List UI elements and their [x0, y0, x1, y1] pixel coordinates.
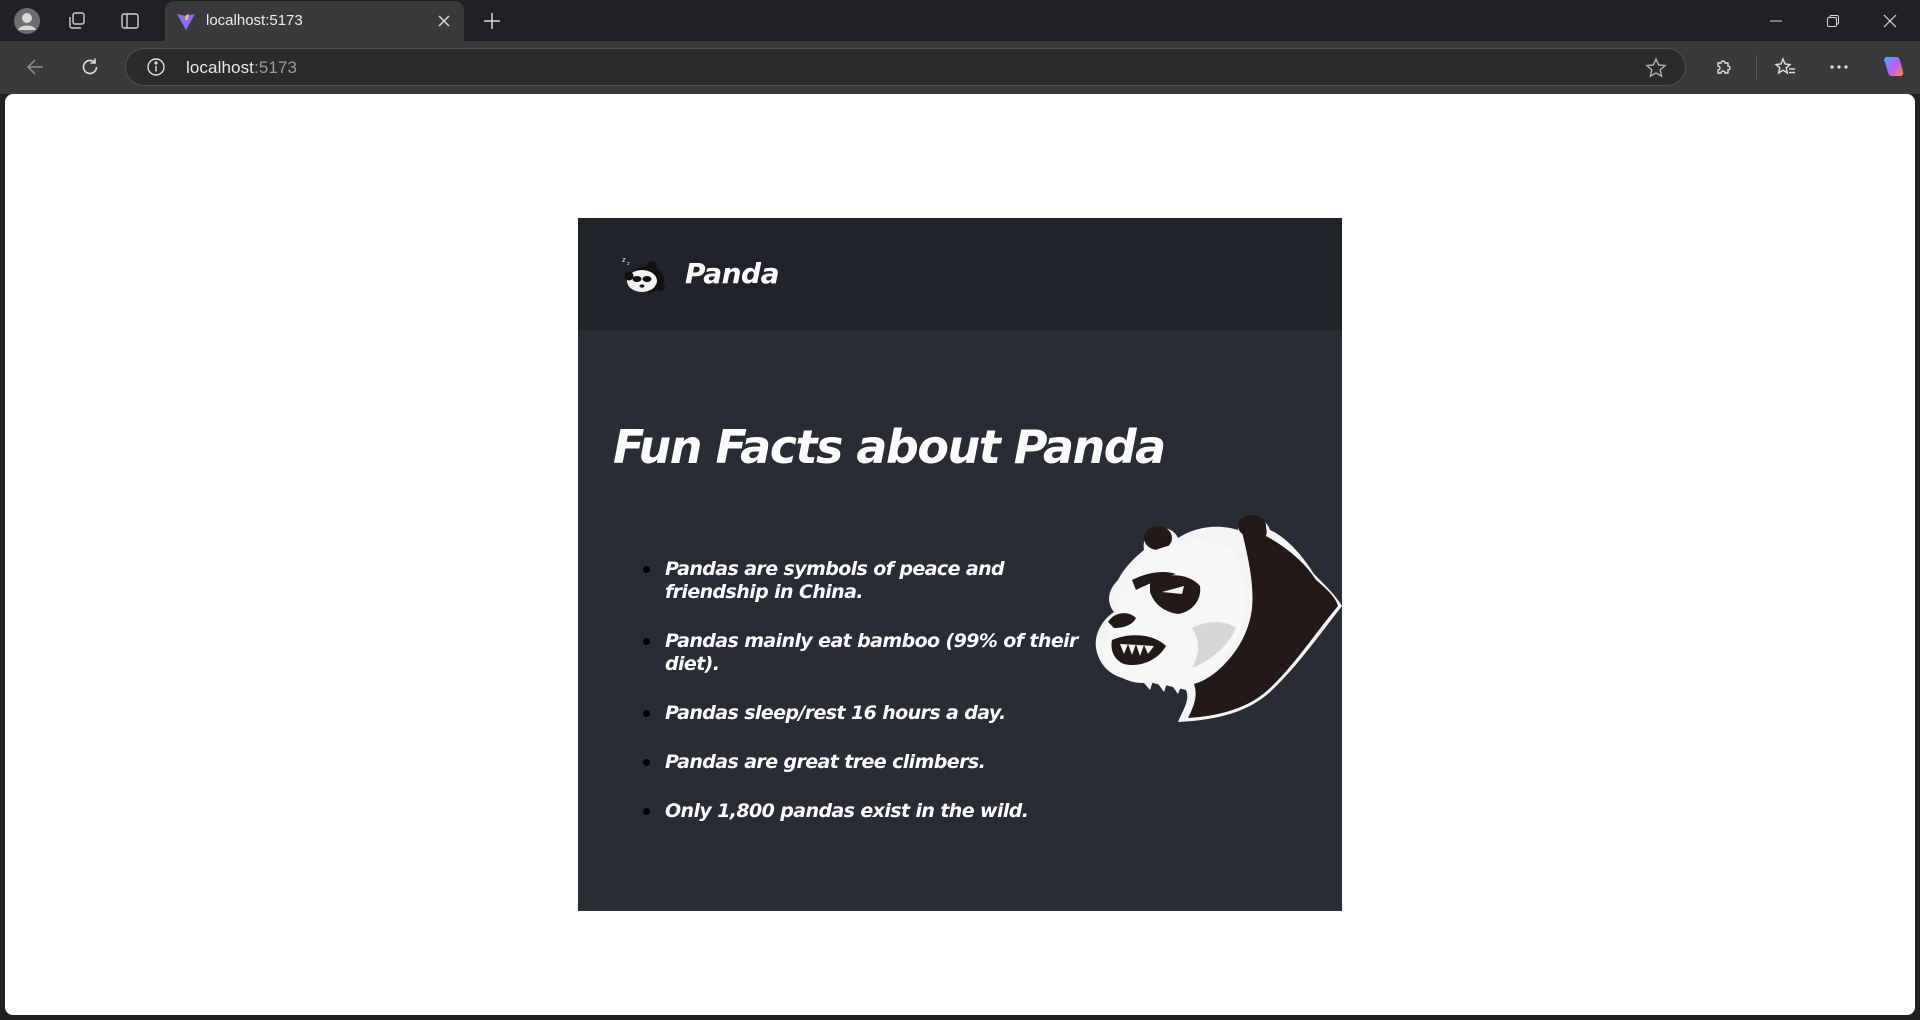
list-item: Pandas mainly eat bamboo (99% of their d…: [643, 630, 1085, 676]
toolbar-divider: [1756, 55, 1757, 79]
list-item: Pandas are symbols of peace and friendsh…: [643, 558, 1085, 604]
page-viewport: z z Panda Fun Facts about Panda Pandas a…: [5, 94, 1915, 1015]
page-title: Fun Facts about Panda: [613, 420, 1166, 474]
plus-icon[interactable]: [479, 8, 505, 34]
puzzle-icon[interactable]: [1709, 52, 1739, 82]
url-text[interactable]: localhost:5173: [186, 58, 297, 78]
vite-icon: [176, 11, 196, 31]
close-window-button[interactable]: [1862, 0, 1918, 41]
back-arrow-icon[interactable]: [20, 52, 50, 82]
restore-button[interactable]: [1805, 0, 1861, 41]
title-bar: localhost:5173: [0, 0, 1920, 41]
tab-actions-icon[interactable]: [117, 8, 143, 34]
browser-tab[interactable]: localhost:5173: [165, 1, 464, 41]
url-port: :5173: [254, 58, 298, 77]
svg-text:z: z: [627, 261, 630, 267]
refresh-icon[interactable]: [75, 52, 105, 82]
list-item: Only 1,800 pandas exist in the wild.: [643, 800, 1085, 823]
star-icon[interactable]: [1645, 57, 1667, 79]
brand-name: Panda: [685, 257, 780, 290]
workspaces-icon[interactable]: [64, 8, 90, 34]
address-bar[interactable]: localhost:5173: [125, 48, 1686, 86]
facts-list: Pandas are symbols of peace and friendsh…: [643, 558, 1085, 849]
list-item: Pandas sleep/rest 16 hours a day.: [643, 702, 1085, 725]
more-icon[interactable]: [1824, 52, 1854, 82]
navigation-bar: localhost:5173: [0, 41, 1920, 94]
app-header: z z Panda: [578, 218, 1342, 330]
copilot-icon[interactable]: [1878, 52, 1908, 82]
panda-mascot-image: [1092, 508, 1342, 723]
url-host: localhost: [186, 58, 254, 77]
panda-logo-icon: z z: [620, 254, 666, 296]
profile-icon[interactable]: [14, 8, 40, 34]
tab-title: localhost:5173: [206, 12, 303, 29]
close-icon[interactable]: [434, 11, 454, 31]
info-icon[interactable]: [146, 57, 166, 77]
list-item: Pandas are great tree climbers.: [643, 751, 1085, 774]
panda-app: z z Panda Fun Facts about Panda Pandas a…: [578, 218, 1342, 911]
minimize-button[interactable]: [1748, 0, 1804, 41]
svg-text:z: z: [622, 256, 626, 264]
favorites-icon[interactable]: [1770, 52, 1800, 82]
